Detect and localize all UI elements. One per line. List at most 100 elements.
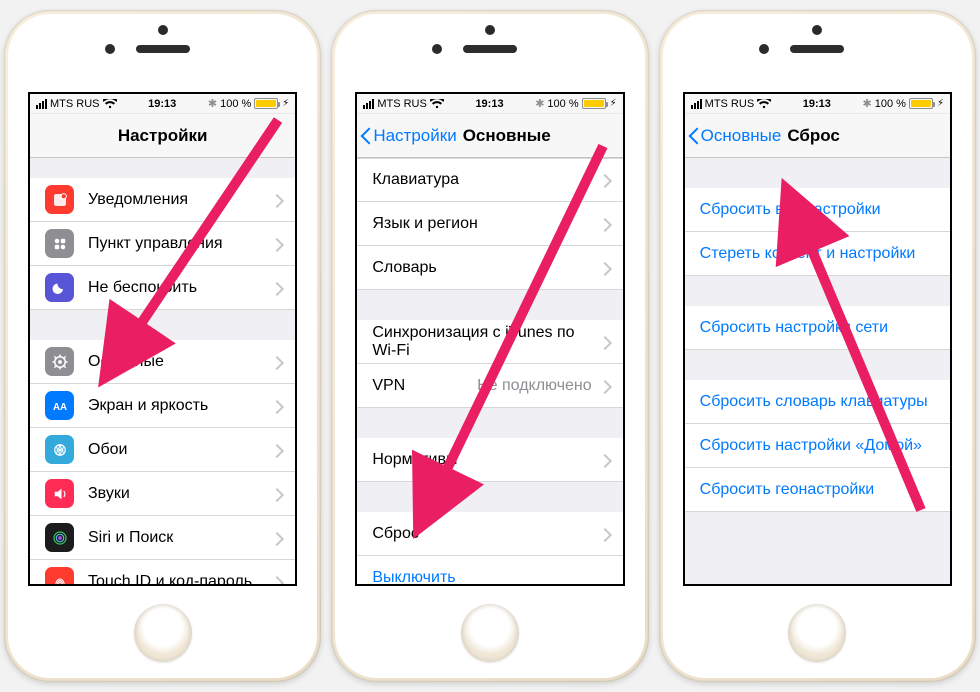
reset-all-settings[interactable]: Сбросить все настройки [685, 188, 950, 232]
battery-percent: 100 % [875, 98, 906, 110]
phone-settings: MTS RUS 19:13 ✱ 100 % ⚡︎ Настройки [4, 10, 321, 682]
chevron-right-icon [600, 453, 608, 467]
status-bar: MTS RUS 19:13 ✱ 100 % ⚡︎ [685, 94, 950, 114]
general-row-language[interactable]: Язык и регион [357, 202, 622, 246]
battery-percent: 100 % [220, 98, 251, 110]
touchid-icon [45, 567, 74, 586]
status-bar: MTS RUS 19:13 ✱ 100 % ⚡︎ [30, 94, 295, 114]
chevron-right-icon [272, 355, 280, 369]
reset-keyboard-dictionary[interactable]: Сбросить словарь клавиатуры [685, 380, 950, 424]
wallpaper-icon [45, 435, 74, 464]
row-label: VPN [372, 377, 477, 395]
siri-icon [45, 523, 74, 552]
row-label: Клавиатура [372, 171, 599, 189]
row-label: Пункт управления [88, 235, 272, 253]
chevron-right-icon [600, 335, 608, 349]
back-button[interactable]: Настройки [357, 126, 456, 146]
signal-bars-icon [363, 99, 374, 109]
row-label: Уведомления [88, 191, 272, 209]
screen-general: MTS RUS 19:13 ✱ 100 % ⚡︎ Настройки Основ… [355, 92, 624, 586]
row-label: Нормативы [372, 451, 599, 469]
chevron-right-icon [272, 193, 280, 207]
battery-icon [582, 98, 606, 109]
erase-all-content[interactable]: Стереть контент и настройки [685, 232, 950, 276]
charging-icon: ⚡︎ [282, 98, 289, 109]
general-row-reset[interactable]: Сброс [357, 512, 622, 556]
row-label: Сбросить настройки «Домой» [700, 437, 935, 455]
page-title: Сброс [787, 126, 840, 146]
back-label: Настройки [373, 126, 456, 146]
back-label: Основные [701, 126, 782, 146]
clock-label: 19:13 [148, 98, 176, 110]
settings-row-touchid[interactable]: Touch ID и код-пароль [30, 560, 295, 586]
chevron-right-icon [272, 531, 280, 545]
wifi-icon [430, 99, 444, 109]
bluetooth-icon: ✱ [863, 97, 872, 110]
chevron-right-icon [600, 527, 608, 541]
chevron-right-icon [272, 487, 280, 501]
settings-row-siri[interactable]: Siri и Поиск [30, 516, 295, 560]
home-button[interactable] [134, 604, 192, 662]
settings-row-notifications[interactable]: Уведомления [30, 178, 295, 222]
signal-bars-icon [36, 99, 47, 109]
chevron-right-icon [272, 443, 280, 457]
signal-bars-icon [691, 99, 702, 109]
page-title: Основные [463, 126, 551, 146]
row-label: Синхронизация с iTunes по Wi-Fi [372, 324, 599, 360]
clock-label: 19:13 [803, 98, 831, 110]
reset-home-layout[interactable]: Сбросить настройки «Домой» [685, 424, 950, 468]
general-row-dictionary[interactable]: Словарь [357, 246, 622, 290]
chevron-right-icon [272, 237, 280, 251]
carrier-label: MTS RUS [377, 98, 427, 110]
reset-network-settings[interactable]: Сбросить настройки сети [685, 306, 950, 350]
settings-row-display[interactable]: AA Экран и яркость [30, 384, 295, 428]
chevron-left-icon [361, 126, 373, 146]
settings-row-sounds[interactable]: Звуки [30, 472, 295, 516]
nav-bar: Основные Сброс [685, 114, 950, 158]
charging-icon: ⚡︎ [610, 98, 617, 109]
home-button[interactable] [461, 604, 519, 662]
reset-location-privacy[interactable]: Сбросить геонастройки [685, 468, 950, 512]
phone-reset: MTS RUS 19:13 ✱ 100 % ⚡︎ Основные Сброс … [659, 10, 976, 682]
notifications-icon [45, 185, 74, 214]
wifi-icon [757, 99, 771, 109]
bluetooth-icon: ✱ [208, 97, 217, 110]
screen-settings: MTS RUS 19:13 ✱ 100 % ⚡︎ Настройки [28, 92, 297, 586]
row-value: Не подключено [477, 377, 592, 395]
screen-reset: MTS RUS 19:13 ✱ 100 % ⚡︎ Основные Сброс … [683, 92, 952, 586]
nav-bar: Настройки [30, 114, 295, 158]
general-row-regulatory[interactable]: Нормативы [357, 438, 622, 482]
general-row-vpn[interactable]: VPN Не подключено [357, 364, 622, 408]
chevron-right-icon [600, 261, 608, 275]
general-row-itunes-sync[interactable]: Синхронизация с iTunes по Wi-Fi [357, 320, 622, 364]
row-label: Сбросить настройки сети [700, 319, 935, 337]
row-label: Сброс [372, 525, 599, 543]
control-center-icon [45, 229, 74, 258]
chevron-right-icon [272, 399, 280, 413]
settings-row-dnd[interactable]: Не беспокоить [30, 266, 295, 310]
chevron-right-icon [600, 217, 608, 231]
chevron-left-icon [689, 126, 701, 146]
status-bar: MTS RUS 19:13 ✱ 100 % ⚡︎ [357, 94, 622, 114]
sounds-icon [45, 479, 74, 508]
general-row-keyboard[interactable]: Клавиатура [357, 158, 622, 202]
chevron-right-icon [600, 379, 608, 393]
row-label: Обои [88, 441, 272, 459]
battery-percent: 100 % [547, 98, 578, 110]
general-icon [45, 347, 74, 376]
row-label: Словарь [372, 259, 599, 277]
home-button[interactable] [788, 604, 846, 662]
nav-bar: Настройки Основные [357, 114, 622, 158]
charging-icon: ⚡︎ [937, 98, 944, 109]
row-label: Touch ID и код-пароль [88, 573, 272, 587]
settings-row-wallpaper[interactable]: Обои [30, 428, 295, 472]
general-row-shutdown[interactable]: Выключить [357, 556, 622, 586]
wifi-icon [103, 99, 117, 109]
chevron-right-icon [272, 575, 280, 587]
row-label: Язык и регион [372, 215, 599, 233]
row-label: Сбросить геонастройки [700, 481, 935, 499]
back-button[interactable]: Основные [685, 126, 782, 146]
settings-row-general[interactable]: Основные [30, 340, 295, 384]
settings-row-control-center[interactable]: Пункт управления [30, 222, 295, 266]
chevron-right-icon [600, 173, 608, 187]
